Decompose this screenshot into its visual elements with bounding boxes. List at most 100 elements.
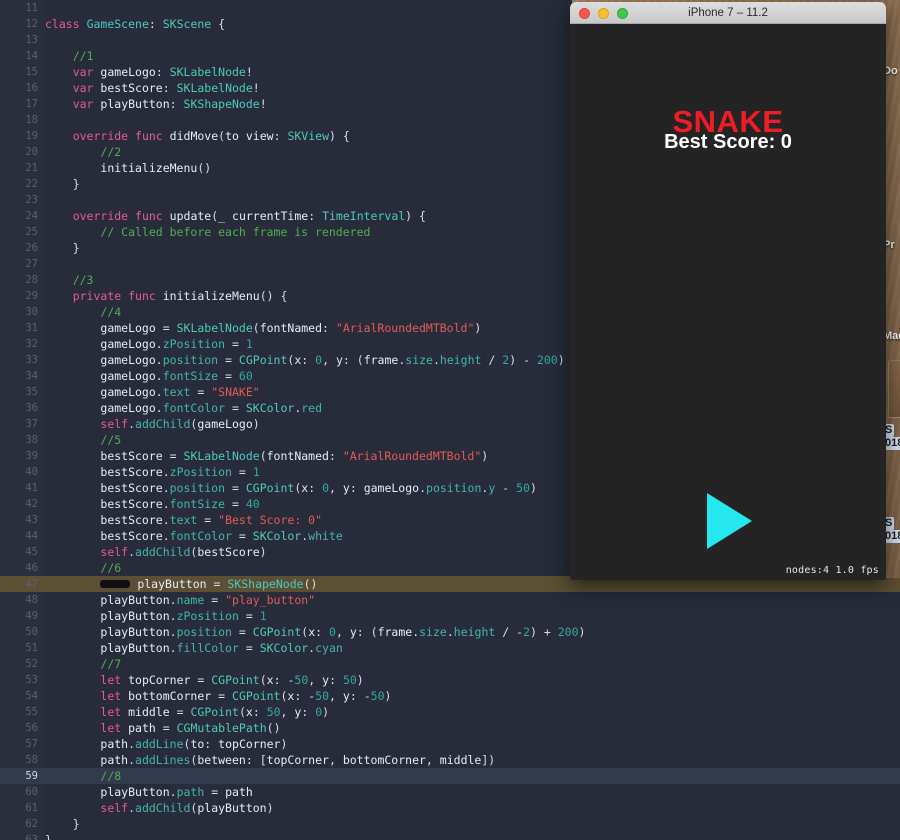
line-number: 22 [25, 178, 38, 190]
line-number: 48 [25, 594, 38, 606]
code-line[interactable]: 53 let topCorner = CGPoint(x: -50, y: 50… [0, 672, 900, 688]
line-number: 20 [25, 146, 38, 158]
line-number: 17 [25, 98, 38, 110]
code-line[interactable]: 49 playButton.zPosition = 1 [0, 608, 900, 624]
line-number: 23 [25, 194, 38, 206]
code-line[interactable]: 59 //8 [0, 768, 900, 784]
simulator-screen[interactable]: SNAKE Best Score: 0 nodes:4 1.0 fps [570, 24, 886, 580]
line-code: } [72, 817, 80, 831]
line-code: bestScore.zPosition = 1 [100, 465, 260, 479]
code-line[interactable]: 56 let path = CGMutablePath() [0, 720, 900, 736]
line-code: playButton.position = CGPoint(x: 0, y: (… [100, 625, 586, 639]
redaction-bar [100, 579, 131, 588]
code-line[interactable]: 62 } [0, 816, 900, 832]
line-code: //5 [100, 433, 122, 447]
line-code: gameLogo.fontSize = 60 [100, 369, 253, 383]
code-line[interactable]: 52 //7 [0, 656, 900, 672]
code-line[interactable]: 58 path.addLines(between: [topCorner, bo… [0, 752, 900, 768]
best-score-label: Best Score: 0 [664, 131, 792, 153]
line-code: var playButton: SKShapeNode! [72, 97, 267, 111]
line-number: 54 [25, 690, 38, 702]
line-number: 59 [25, 770, 38, 782]
line-number: 52 [25, 658, 38, 670]
line-code: let topCorner = CGPoint(x: -50, y: 50) [100, 673, 364, 687]
line-code: gameLogo = SKLabelNode(fontNamed: "Arial… [100, 321, 482, 335]
code-line[interactable]: 57 path.addLine(to: topCorner) [0, 736, 900, 752]
code-line[interactable]: 51 playButton.fillColor = SKColor.cyan [0, 640, 900, 656]
line-number: 40 [25, 466, 38, 478]
line-number: 35 [25, 386, 38, 398]
line-number: 51 [25, 642, 38, 654]
line-number: 57 [25, 738, 38, 750]
line-code: gameLogo.fontColor = SKColor.red [100, 401, 323, 415]
line-code: gameLogo.zPosition = 1 [100, 337, 253, 351]
line-number: 15 [25, 66, 38, 78]
line-number: 27 [25, 258, 38, 270]
line-code: gameLogo.text = "SNAKE" [100, 385, 260, 399]
line-number: 11 [25, 2, 38, 14]
code-line[interactable]: 48 playButton.name = "play_button" [0, 592, 900, 608]
line-code: initializeMenu() [100, 161, 212, 175]
line-number: 46 [25, 562, 38, 574]
simulator-titlebar[interactable]: iPhone 7 – 11.2 [570, 2, 886, 24]
line-number: 41 [25, 482, 38, 494]
line-code: self.addChild(bestScore) [100, 545, 267, 559]
simulator-window[interactable]: iPhone 7 – 11.2 SNAKE Best Score: 0 node… [570, 2, 886, 580]
line-code: playButton.name = "play_button" [100, 593, 316, 607]
line-number: 58 [25, 754, 38, 766]
line-number: 43 [25, 514, 38, 526]
line-code: override func didMove(to view: SKView) { [72, 129, 350, 143]
line-code: self.addChild(gameLogo) [100, 417, 260, 431]
line-code: //7 [100, 657, 122, 671]
line-number: 26 [25, 242, 38, 254]
line-number: 49 [25, 610, 38, 622]
screen-root: DoPrMacS018S018 1112class GameScene: SKS… [0, 0, 900, 840]
line-number: 38 [25, 434, 38, 446]
code-line[interactable]: 54 let bottomCorner = CGPoint(x: -50, y:… [0, 688, 900, 704]
line-number: 25 [25, 226, 38, 238]
line-code: } [45, 833, 52, 840]
code-line[interactable]: 60 playButton.path = path [0, 784, 900, 800]
line-code: //8 [100, 769, 122, 783]
line-code: private func initializeMenu() { [72, 289, 288, 303]
line-number: 33 [25, 354, 38, 366]
line-number: 13 [25, 34, 38, 46]
line-code: //4 [100, 305, 122, 319]
line-number: 32 [25, 338, 38, 350]
line-number: 34 [25, 370, 38, 382]
line-code: var bestScore: SKLabelNode! [72, 81, 260, 95]
code-line[interactable]: 55 let middle = CGPoint(x: 50, y: 0) [0, 704, 900, 720]
line-number: 30 [25, 306, 38, 318]
line-code: //6 [100, 561, 122, 575]
line-number: 42 [25, 498, 38, 510]
simulator-title: iPhone 7 – 11.2 [688, 7, 768, 19]
line-code: self.addChild(playButton) [100, 801, 274, 815]
line-number: 14 [25, 50, 38, 62]
code-line[interactable]: 61 self.addChild(playButton) [0, 800, 900, 816]
play-button-icon[interactable] [707, 493, 752, 549]
line-number: 12 [25, 18, 38, 30]
line-number: 50 [25, 626, 38, 638]
line-number: 63 [25, 834, 38, 840]
simulator-stats-overlay: nodes:4 1.0 fps [785, 565, 879, 576]
line-code: bestScore.text = "Best Score: 0" [100, 513, 323, 527]
line-number: 45 [25, 546, 38, 558]
code-line[interactable]: 63} [0, 832, 900, 840]
desktop-icon-thumbnail[interactable] [888, 360, 900, 418]
code-line[interactable]: 50 playButton.position = CGPoint(x: 0, y… [0, 624, 900, 640]
line-number: 24 [25, 210, 38, 222]
line-number: 60 [25, 786, 38, 798]
line-code: //2 [100, 145, 122, 159]
line-number: 44 [25, 530, 38, 542]
line-number: 47 [25, 578, 38, 590]
line-code: bestScore.position = CGPoint(x: 0, y: ga… [100, 481, 537, 495]
line-code: path.addLines(between: [topCorner, botto… [100, 753, 496, 767]
line-code: } [72, 241, 80, 255]
line-number: 18 [25, 114, 38, 126]
line-number: 56 [25, 722, 38, 734]
line-number: 37 [25, 418, 38, 430]
line-code: playButton.zPosition = 1 [100, 609, 267, 623]
line-number: 36 [25, 402, 38, 414]
line-number: 61 [25, 802, 38, 814]
line-code: override func update(_ currentTime: Time… [72, 209, 426, 223]
